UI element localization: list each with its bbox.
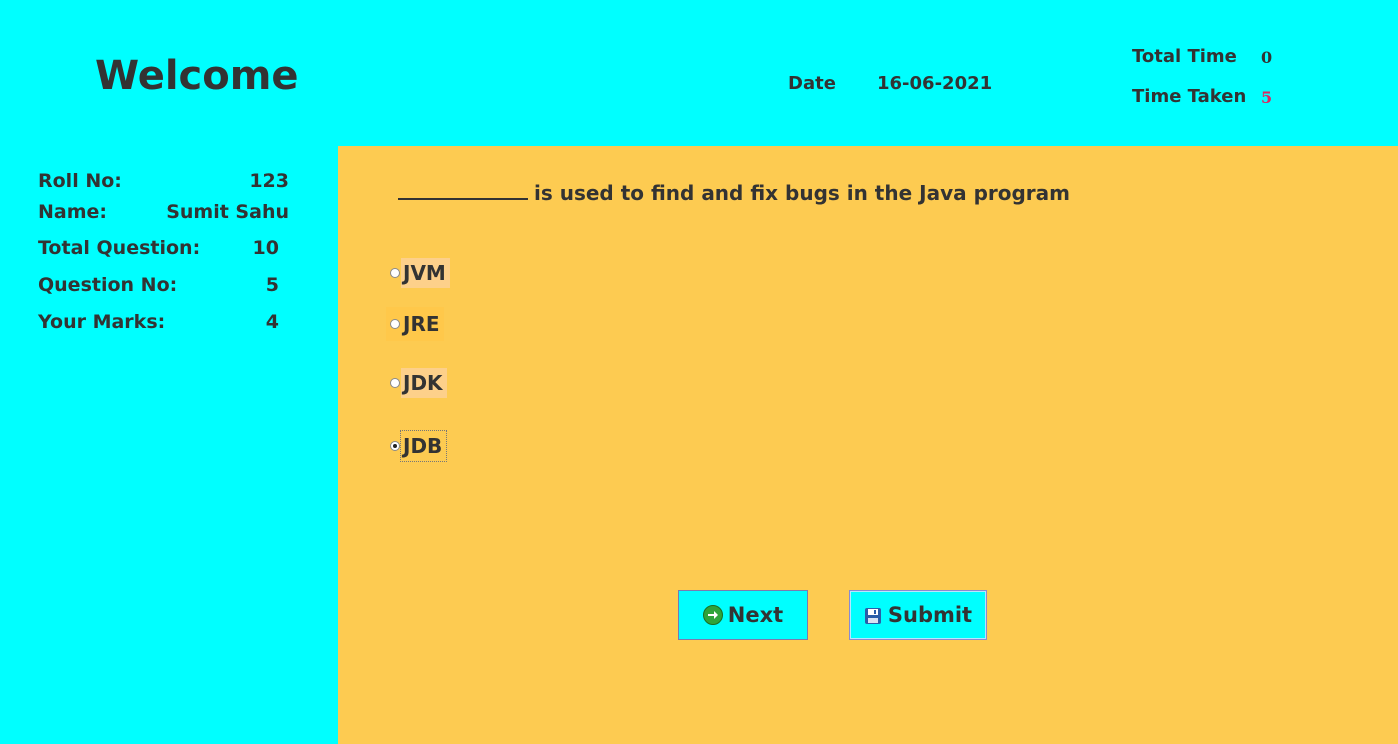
radio-jdb-selected[interactable] bbox=[390, 441, 400, 451]
option-jdk[interactable]: JDK bbox=[386, 366, 447, 400]
your-marks-value: 4 bbox=[265, 311, 279, 333]
option-jdb[interactable]: JDB bbox=[386, 429, 448, 463]
total-question-label: Total Question: bbox=[38, 237, 201, 259]
option-label-jdk[interactable]: JDK bbox=[401, 368, 447, 398]
option-jvm[interactable]: JVM bbox=[386, 256, 450, 290]
question-label: is used to find and fix bugs in the Java… bbox=[534, 181, 1071, 205]
time-taken-value: 5 bbox=[1261, 88, 1273, 107]
roll-no-label: Roll No: bbox=[38, 170, 122, 192]
welcome-title: Welcome bbox=[95, 53, 299, 99]
option-label-jdb[interactable]: JDB bbox=[399, 430, 448, 462]
date-label: Date bbox=[788, 73, 836, 94]
submit-button[interactable]: Submit bbox=[849, 590, 987, 640]
question-blank bbox=[398, 178, 528, 200]
next-arrow-icon bbox=[702, 605, 723, 625]
submit-button-label: Submit bbox=[887, 603, 973, 627]
option-jre[interactable]: JRE bbox=[386, 307, 444, 341]
next-button[interactable]: Next bbox=[678, 590, 808, 640]
total-question-value: 10 bbox=[252, 237, 279, 259]
question-panel bbox=[338, 146, 1398, 744]
radio-jdk[interactable] bbox=[390, 378, 400, 388]
question-text: is used to find and fix bugs in the Java… bbox=[398, 178, 1070, 206]
date-value: 16-06-2021 bbox=[877, 73, 993, 94]
name-value: Sumit Sahu bbox=[166, 201, 289, 223]
roll-no-value: 123 bbox=[249, 170, 289, 192]
question-no-value: 5 bbox=[265, 274, 279, 296]
option-label-jvm[interactable]: JVM bbox=[401, 258, 450, 288]
total-time-value: 0 bbox=[1261, 48, 1273, 67]
your-marks-label: Your Marks: bbox=[38, 311, 166, 333]
save-disk-icon bbox=[864, 606, 882, 624]
name-label: Name: bbox=[38, 201, 108, 223]
radio-jvm[interactable] bbox=[390, 268, 400, 278]
radio-jre[interactable] bbox=[390, 319, 400, 329]
total-time-label: Total Time bbox=[1132, 46, 1237, 67]
time-taken-label: Time Taken bbox=[1132, 86, 1247, 107]
question-no-label: Question No: bbox=[38, 274, 178, 296]
next-button-label: Next bbox=[727, 603, 784, 627]
option-label-jre[interactable]: JRE bbox=[401, 309, 444, 339]
